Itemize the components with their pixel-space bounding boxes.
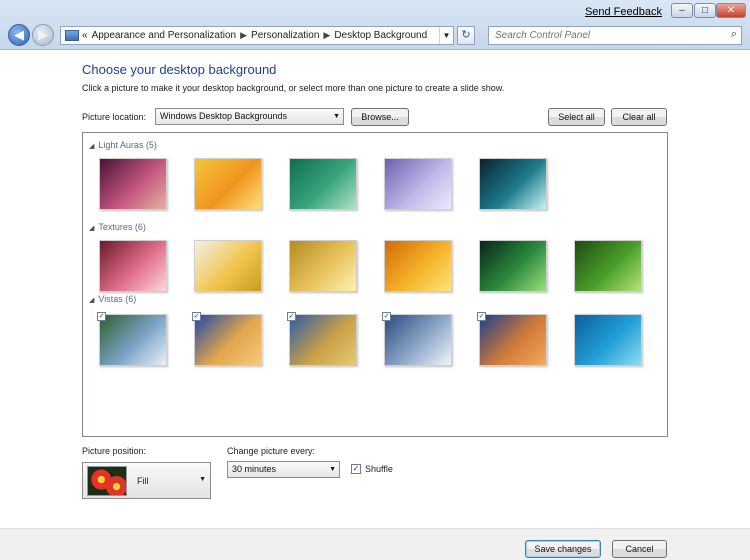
thumbnail-checkbox[interactable]: ✓ [192,312,201,321]
clear-all-button[interactable]: Clear all [611,108,667,126]
wallpaper-thumbnail[interactable] [384,240,452,292]
minimize-button[interactable]: – [671,3,693,18]
wallpaper-thumbnail[interactable] [194,158,262,210]
chevron-down-icon: ▼ [199,476,206,483]
breadcrumb-overflow[interactable]: « [82,30,88,41]
back-button[interactable]: ◀ [8,24,30,46]
refresh-icon: ↻ [461,29,471,41]
thumbnail-checkbox[interactable]: ✓ [477,312,486,321]
breadcrumb-item[interactable]: Appearance and Personalization [92,30,237,41]
page-title: Choose your desktop background [82,62,277,77]
address-bar[interactable]: « Appearance and Personalization ▶ Perso… [60,26,454,45]
chevron-down-icon: ▼ [329,466,336,473]
position-preview-thumbnail [87,466,127,496]
save-changes-button[interactable]: Save changes [525,540,601,558]
cancel-button[interactable]: Cancel [612,540,667,558]
wallpaper-thumbnail[interactable] [289,158,357,210]
shuffle-label[interactable]: Shuffle [365,464,393,474]
picture-location-label: Picture location: [82,112,147,122]
collapse-triangle-icon: ◢ [89,297,95,304]
browse-button[interactable]: Browse... [351,108,409,126]
search-icon[interactable]: ⌕ [731,28,737,41]
chevron-down-icon: ▼ [333,113,340,120]
picture-gallery[interactable]: ◢ Light Auras (5) ◢ Textures (6) ◢ Vistas (… [82,132,668,437]
group-header-textures[interactable]: ◢ Textures (6) [89,222,146,232]
wallpaper-thumbnail[interactable] [384,158,452,210]
page-subtitle: Click a picture to make it your desktop … [82,83,505,93]
group-header-vistas[interactable]: ◢ Vistas (6) [89,294,136,304]
thumbnail-checkbox[interactable]: ✓ [97,312,106,321]
wallpaper-thumbnail[interactable]: ✓ [192,312,262,366]
change-picture-label: Change picture every: [227,446,316,456]
wallpaper-thumbnail[interactable] [574,314,642,366]
checkmark-icon: ✓ [352,464,360,473]
collapse-triangle-icon: ◢ [89,143,95,150]
search-box[interactable]: ⌕ [488,26,742,45]
select-all-button[interactable]: Select all [548,108,605,126]
picture-location-value: Windows Desktop Backgrounds [160,111,288,121]
wallpaper-thumbnail[interactable] [289,240,357,292]
thumbnail-checkbox[interactable]: ✓ [382,312,391,321]
refresh-button[interactable]: ↻ [457,26,475,45]
arrow-right-icon: ▶ [38,27,48,42]
wallpaper-thumbnail[interactable]: ✓ [287,312,357,366]
wallpaper-thumbnail[interactable] [574,240,642,292]
chevron-right-icon: ▶ [240,30,248,40]
collapse-triangle-icon: ◢ [89,225,95,232]
wallpaper-thumbnail[interactable] [479,240,547,292]
breadcrumb-item[interactable]: Personalization [251,30,319,41]
wallpaper-thumbnail[interactable] [194,240,262,292]
arrow-left-icon: ◀ [14,27,24,42]
footer-bar: Save changes Cancel [0,528,750,560]
wallpaper-thumbnail[interactable]: ✓ [477,312,547,366]
close-button[interactable]: ✕ [716,3,746,18]
picture-position-select[interactable]: Fill ▼ [82,462,211,499]
picture-position-label: Picture position: [82,446,147,456]
picture-location-select[interactable]: Windows Desktop Backgrounds ▼ [155,108,344,125]
shuffle-checkbox[interactable]: ✓ [351,464,361,474]
title-bar: Send Feedback – □ ✕ ◀ ▶ « Appearance and… [0,0,750,50]
search-input[interactable] [489,27,709,44]
thumbnail-checkbox[interactable]: ✓ [287,312,296,321]
interval-value: 30 minutes [232,464,277,474]
wallpaper-thumbnail[interactable] [479,158,547,210]
wallpaper-thumbnail[interactable]: ✓ [382,312,452,366]
change-picture-interval-select[interactable]: 30 minutes ▼ [227,461,340,478]
picture-position-value: Fill [137,476,149,486]
group-header-light-auras[interactable]: ◢ Light Auras (5) [89,140,157,150]
breadcrumb-item[interactable]: Desktop Background [334,30,427,41]
wallpaper-thumbnail[interactable] [99,158,167,210]
wallpaper-thumbnail[interactable]: ✓ [97,312,167,366]
forward-button[interactable]: ▶ [32,24,54,46]
maximize-button[interactable]: □ [694,3,716,18]
chevron-down-icon[interactable]: ▼ [439,27,453,44]
chevron-right-icon: ▶ [323,30,331,40]
wallpaper-thumbnail[interactable] [99,240,167,292]
control-panel-icon [65,30,79,41]
send-feedback-link[interactable]: Send Feedback [585,6,662,18]
